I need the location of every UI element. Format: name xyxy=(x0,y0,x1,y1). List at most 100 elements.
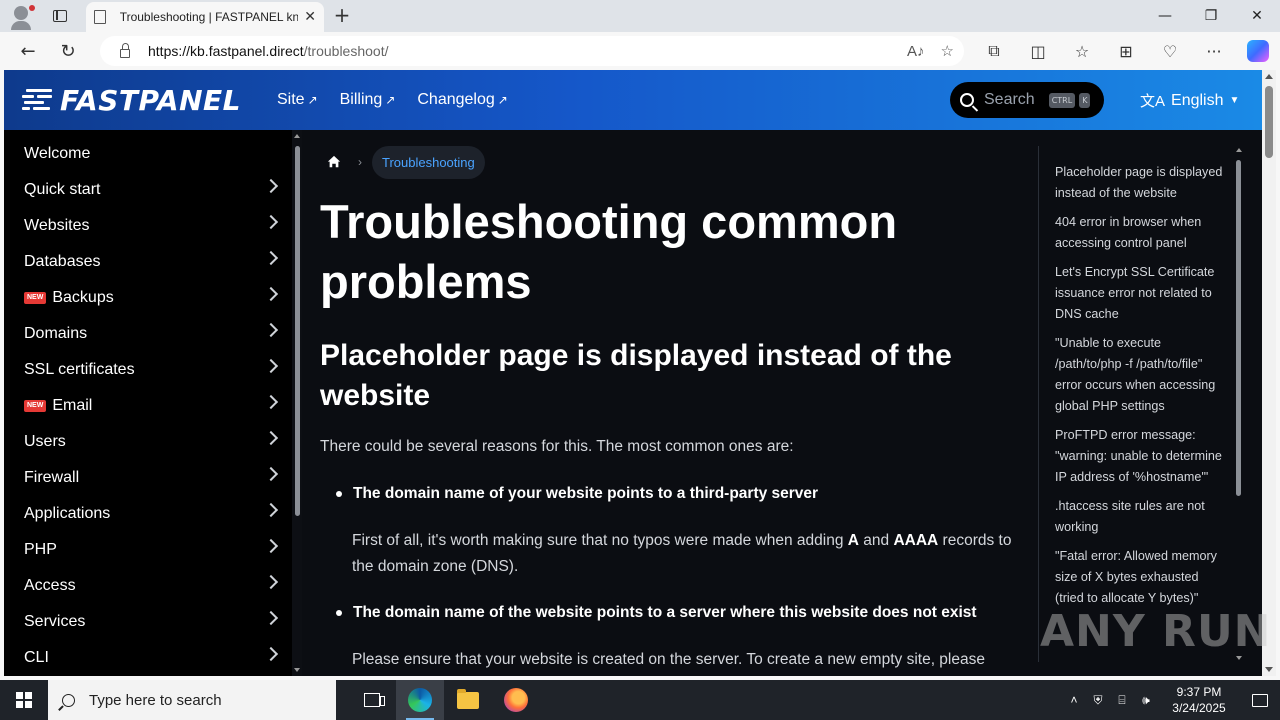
site-search-button[interactable]: Search CTRL K xyxy=(950,82,1104,118)
record-a: A xyxy=(847,532,859,549)
sidebar-item-welcome[interactable]: Welcome xyxy=(4,136,292,172)
split-screen-icon[interactable]: ◫ xyxy=(1016,32,1060,70)
system-tray: ˄ ⛨ ⌸ 🕪 9:37 PM 3/24/2025 xyxy=(1062,680,1280,720)
chevron-right-icon[interactable] xyxy=(263,610,279,626)
volume-icon[interactable]: 🕪 xyxy=(1134,693,1158,708)
chevron-right-icon[interactable] xyxy=(263,394,279,410)
chevron-right-icon[interactable] xyxy=(263,430,279,446)
firefox-icon xyxy=(504,688,528,712)
notification-icon[interactable] xyxy=(1240,680,1280,720)
new-tab-button[interactable]: + xyxy=(330,4,354,28)
read-aloud-icon[interactable]: A♪ xyxy=(907,43,925,60)
folder-icon xyxy=(457,688,479,709)
sidebar-item-backups[interactable]: NEW Backups xyxy=(4,280,292,316)
close-window-icon[interactable]: ✕ xyxy=(1234,0,1280,32)
sidebar-item-applications[interactable]: Applications xyxy=(4,496,292,532)
chevron-right-icon[interactable] xyxy=(263,358,279,374)
sidebar-item-domains[interactable]: Domains xyxy=(4,316,292,352)
external-link-icon: ↗ xyxy=(385,93,396,107)
chevron-right-icon[interactable] xyxy=(263,322,279,338)
clock[interactable]: 9:37 PM 3/24/2025 xyxy=(1158,684,1240,716)
chevron-up-icon[interactable]: ˄ xyxy=(1062,693,1086,707)
chevron-right-icon[interactable] xyxy=(263,286,279,302)
intro-text: There could be several reasons for this.… xyxy=(320,438,794,455)
taskbar-edge[interactable] xyxy=(396,680,444,720)
chevron-right-icon[interactable] xyxy=(263,574,279,590)
chevron-right-icon[interactable] xyxy=(263,214,279,230)
kbd-k: K xyxy=(1079,92,1091,108)
sidebar-item-ssl-certificates[interactable]: SSL certificates xyxy=(4,352,292,388)
sidebar-item-label: Services xyxy=(24,613,86,630)
sidebar-item-label: Domains xyxy=(24,325,88,342)
address-bar[interactable]: https://kb.fastpanel.direct/troubleshoot… xyxy=(100,36,964,66)
sidebar-item-quick-start[interactable]: Quick start xyxy=(4,172,292,208)
close-tab-icon[interactable]: ✕ xyxy=(304,9,316,25)
fastpanel-logo[interactable]: FASTPANEL xyxy=(22,84,241,117)
chevron-right-icon[interactable] xyxy=(263,178,279,194)
start-button[interactable] xyxy=(0,680,48,720)
chevron-right-icon[interactable] xyxy=(263,646,279,662)
favorites-icon[interactable]: ☆ xyxy=(1060,32,1104,70)
toc-link[interactable]: .htaccess site rules are not working xyxy=(1039,496,1236,538)
sidebar-item-label: PHP xyxy=(24,541,57,558)
performance-icon[interactable]: ♡ xyxy=(1148,32,1192,70)
minimize-icon[interactable]: — xyxy=(1142,0,1188,32)
breadcrumb-current[interactable]: Troubleshooting xyxy=(372,145,485,179)
security-icon[interactable]: ⛨ xyxy=(1086,693,1110,708)
task-view-icon xyxy=(364,693,385,707)
language-selector[interactable]: 文A English ▼ xyxy=(1140,90,1239,111)
para-text: and xyxy=(858,532,894,549)
chevron-right-icon[interactable] xyxy=(263,466,279,482)
logo-mark-icon xyxy=(22,87,54,113)
sidebar-item-email[interactable]: NEW Email xyxy=(4,388,292,424)
toc-link[interactable]: "Fatal error: Allowed memory size of X b… xyxy=(1039,546,1236,609)
sidebar-item-access[interactable]: Access xyxy=(4,568,292,604)
tab-actions-icon[interactable] xyxy=(44,0,76,32)
nav-billing-link[interactable]: Billing ↗ xyxy=(340,91,396,109)
back-arrow-icon[interactable]: ← xyxy=(8,35,48,67)
sidebar-item-cli[interactable]: CLI xyxy=(4,640,292,676)
toc-scrollbar[interactable] xyxy=(1234,146,1244,662)
sidebar-item-websites[interactable]: Websites xyxy=(4,208,292,244)
lock-icon[interactable] xyxy=(120,42,130,58)
task-view-button[interactable] xyxy=(348,680,396,720)
copilot-icon[interactable] xyxy=(1236,32,1280,70)
chevron-right-icon[interactable] xyxy=(263,502,279,518)
toc-link[interactable]: Let's Encrypt SSL Certificate issuance e… xyxy=(1039,262,1236,325)
chevron-right-icon[interactable] xyxy=(263,538,279,554)
sidebar-item-firewall[interactable]: Firewall xyxy=(4,460,292,496)
profile-avatar-icon[interactable] xyxy=(0,0,44,32)
nav-site-link[interactable]: Site ↗ xyxy=(277,91,318,109)
extensions-icon[interactable]: ⧉ xyxy=(972,32,1016,70)
taskbar-firefox[interactable] xyxy=(492,680,540,720)
nav-changelog-link[interactable]: Changelog ↗ xyxy=(417,91,507,109)
restore-icon[interactable]: ❐ xyxy=(1188,0,1234,32)
toc-link[interactable]: 404 error in browser when accessing cont… xyxy=(1039,212,1236,254)
chevron-down-icon: ▼ xyxy=(1229,95,1240,106)
clock-time: 9:37 PM xyxy=(1176,685,1222,699)
chevron-right-icon: › xyxy=(358,155,362,169)
toc-link[interactable]: Placeholder page is displayed instead of… xyxy=(1039,162,1236,204)
url-host: https://kb.fastpanel.direct xyxy=(148,43,304,59)
toc-link[interactable]: "Unable to execute /path/to/php -f /path… xyxy=(1039,333,1236,417)
chevron-right-icon[interactable] xyxy=(263,250,279,266)
browser-tab-active[interactable]: Troubleshooting | FASTPANEL knowledge ba… xyxy=(86,2,324,32)
external-link-icon: ↗ xyxy=(497,93,508,107)
page-scrollbar[interactable] xyxy=(1262,70,1276,676)
toc-link[interactable]: ProFTPD error message: "warning: unable … xyxy=(1039,425,1236,488)
sidebar-item-label: CLI xyxy=(24,649,49,666)
network-icon[interactable]: ⌸ xyxy=(1110,693,1134,708)
sidebar-scrollbar[interactable] xyxy=(292,130,302,676)
sidebar-item-databases[interactable]: Databases xyxy=(4,244,292,280)
refresh-icon[interactable]: ↻ xyxy=(48,35,88,67)
sidebar-item-services[interactable]: Services xyxy=(4,604,292,640)
sidebar-item-php[interactable]: PHP xyxy=(4,532,292,568)
taskbar-file-explorer[interactable] xyxy=(444,680,492,720)
sidebar-item-users[interactable]: Users xyxy=(4,424,292,460)
translate-icon: 文A xyxy=(1140,93,1166,110)
favorite-star-icon[interactable]: ☆ xyxy=(941,42,954,60)
home-icon[interactable] xyxy=(320,145,348,179)
more-menu-icon[interactable]: ··· xyxy=(1192,32,1236,70)
collections-icon[interactable]: ⊞ xyxy=(1104,32,1148,70)
taskbar-search-box[interactable]: Type here to search xyxy=(48,680,336,720)
